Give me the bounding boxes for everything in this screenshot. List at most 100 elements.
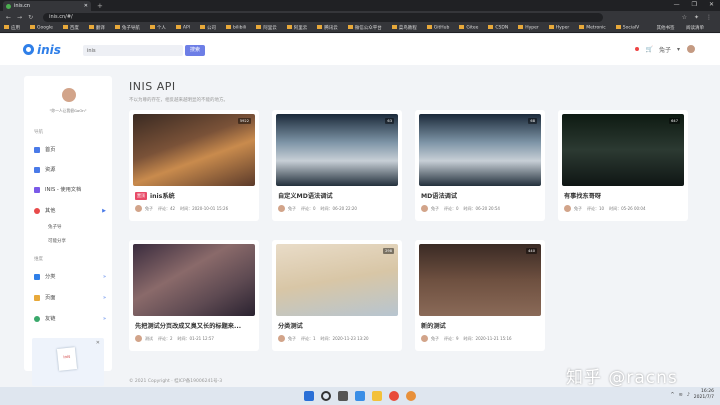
sidebar-item-category[interactable]: 分类 » [34,273,106,280]
article-thumbnail[interactable]: 647 [562,114,684,186]
file-explorer-icon[interactable] [372,391,382,401]
bookmark-item[interactable]: SocialV [615,24,639,30]
article-title[interactable]: 有事找东哥呀 [564,191,682,200]
bookmark-item[interactable]: GitHub [426,24,449,30]
sidebar-item-pages[interactable]: 页面 » [34,294,106,301]
comments-label-text: 评论： [301,335,313,341]
article-card[interactable]: 先把测试分页改成又臭又长的标题来... 测试 评论：2 时间：01-21 12:… [129,240,259,351]
chrome-icon[interactable] [389,391,399,401]
article-title[interactable]: 分类测试 [278,321,396,330]
reload-icon[interactable]: ↻ [28,14,33,21]
article-thumbnail[interactable]: 68 [419,114,541,186]
sidebar-item-label: 首页 [45,147,56,153]
article-author: 兔子 [574,205,582,211]
browser-tab[interactable]: inis.cn ✕ [3,1,91,11]
bookmark-item[interactable]: Hyper [518,24,539,30]
article-card[interactable]: 5922 置顶 inis系统 兔子 评论：42 时间：2020-10-01 15… [129,110,259,221]
sidebar-item-other[interactable]: 其他 ▶ [34,207,106,214]
article-card[interactable]: 647 有事找东哥呀 兔子 评论：10 时间：05-26 00:04 [558,110,688,221]
bookmark-item[interactable]: Hyper [548,24,569,30]
article-author: 测试 [145,335,153,341]
url-input[interactable]: inis.cn/#/ [43,12,604,22]
sidebar-item-home[interactable]: 首页 [34,146,106,153]
article-thumbnail[interactable]: 440 [419,244,541,316]
sidebar-item-links[interactable]: 友链 » [34,315,106,322]
bookmark-other[interactable]: 其他书签 [657,26,675,31]
task-view-icon[interactable] [338,391,348,401]
back-icon[interactable]: ← [6,14,11,21]
notification-dot-icon[interactable] [635,47,640,51]
article-thumbnail[interactable]: 298 [276,244,398,316]
bookmark-item[interactable]: 百度 [62,25,79,31]
close-tab-icon[interactable]: ✕ [84,3,88,9]
sidebar-item-resources[interactable]: 资源 [34,166,106,173]
article-title[interactable]: 新的测试 [421,321,539,330]
bookmark-item[interactable]: 菜鸟教程 [391,25,417,31]
sidebar-subitem[interactable]: 兔子导 [48,224,62,230]
bookmark-item[interactable]: 公司 [200,25,216,31]
chevron-down-icon[interactable]: ▾ [677,46,680,53]
star-icon[interactable]: ☆ [682,14,687,21]
bookmark-item[interactable]: Gitee [459,24,478,30]
footer-copyright[interactable]: © 2021 Copyright · 桂ICP备19006241号-3 [129,378,222,384]
avatar[interactable] [62,88,76,102]
volume-icon[interactable]: ♪ [687,392,690,398]
maximize-button[interactable]: ❐ [692,1,697,8]
bike-icon [34,186,40,193]
chevron-up-icon[interactable]: ^ [670,392,674,398]
bookmark-item[interactable]: 应用 [4,25,20,31]
bookmark-item[interactable]: 阿里云 [256,25,277,31]
comments-label: 评论：10 [587,206,604,212]
article-card[interactable]: 68 MD语法调试 兔子 评论：0 时间：06-20 20:54 [415,110,545,221]
close-icon[interactable]: ✕ [96,340,100,346]
cart-icon[interactable]: 🛒 [645,46,652,53]
article-title[interactable]: 自定义MD语法调试 [278,191,396,200]
article-title[interactable]: MD语法调试 [421,191,539,200]
article-thumbnail[interactable]: 5922 [133,114,255,186]
comment-count: 42 [170,205,176,211]
minimize-button[interactable]: — [674,1,680,8]
search-icon[interactable] [321,391,331,401]
bookmark-item[interactable]: 腾讯云 [317,25,338,31]
search-button[interactable]: 搜索 [185,45,205,56]
bookmark-item[interactable]: 个人 [149,25,166,31]
bookmark-item[interactable]: API [175,24,190,30]
forward-icon[interactable]: → [17,14,22,21]
bookmark-reading-list[interactable]: 阅读清单 [686,26,704,31]
bookmark-item[interactable]: 翻译 [88,25,105,31]
avatar[interactable] [686,44,696,54]
bookmark-item[interactable]: Metronic [579,24,606,30]
article-card[interactable]: 440 新的测试 兔子 评论：9 时间：2020-11-21 15:16 [415,240,545,351]
bookmark-item[interactable]: 阿里云 [286,25,307,31]
close-window-button[interactable]: ✕ [709,1,714,8]
bookmark-item[interactable]: CSDN [488,24,508,30]
article-title[interactable]: 先把测试分页改成又臭又长的标题来... [135,321,253,330]
start-menu-icon[interactable] [304,391,314,401]
clock[interactable]: 16:26 2021/7/7 [694,389,714,401]
bookmark-item[interactable]: Google [30,24,53,30]
avatar [564,205,571,212]
new-tab-button[interactable]: + [97,1,103,11]
article-thumbnail[interactable] [133,244,255,316]
user-name[interactable]: 兔子 [659,45,671,54]
site-logo[interactable]: inis [23,43,61,57]
sidebar-subitem[interactable]: 可能分享 [48,238,66,244]
bookmark-item[interactable]: 兔子导航 [114,25,140,31]
search-input[interactable]: inis [83,45,183,56]
article-title[interactable]: 置顶 inis系统 [135,191,253,200]
bookmark-item[interactable]: bilibili [226,24,246,30]
wifi-icon[interactable]: ≋ [679,392,683,398]
sidebar-ad[interactable]: ✕ inis [32,338,104,386]
article-card[interactable]: 63 自定义MD语法调试 兔子 评论：0 时间：06-20 22:20 [272,110,402,221]
extensions-icon[interactable]: ✦ [694,14,699,21]
article-meta: 兔子 评论：9 时间：2020-11-21 15:16 [421,335,517,342]
sidebar-item-docs[interactable]: INIS - 使用文档 [34,186,106,193]
menu-icon[interactable]: ⋮ [706,14,712,21]
folder-icon [226,24,231,29]
browser-icon[interactable] [406,391,416,401]
widgets-icon[interactable] [355,391,365,401]
article-card[interactable]: 298 分类测试 兔子 评论：1 时间：2020-11-23 13:20 [272,240,402,351]
article-thumbnail[interactable]: 63 [276,114,398,186]
bookmark-item[interactable]: 微信公众平台 [347,25,382,31]
comment-count: 9 [456,335,459,341]
